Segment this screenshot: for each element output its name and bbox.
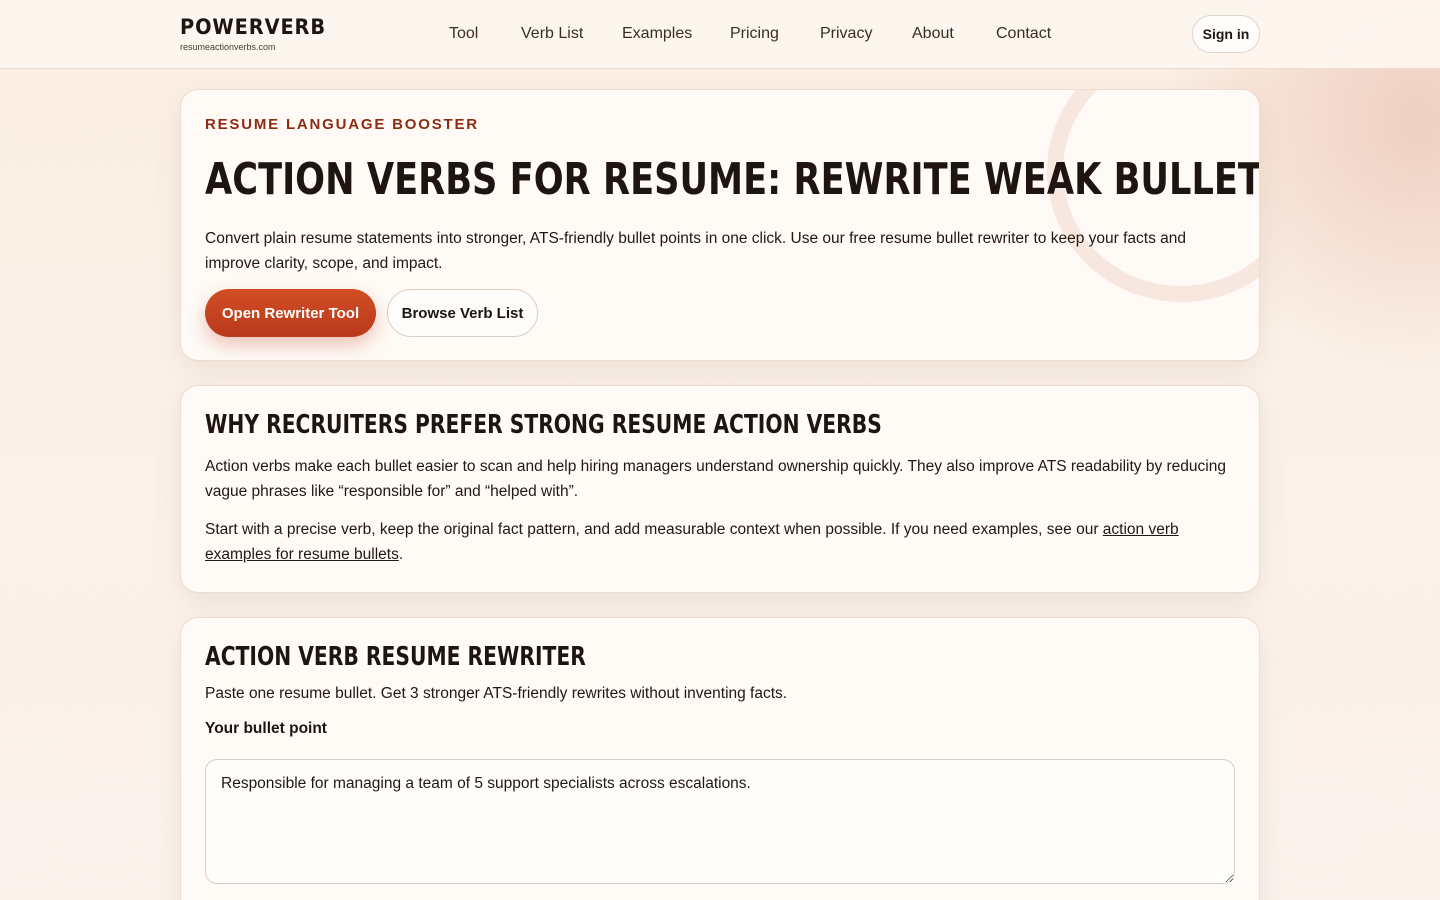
bullet-point-label: Your bullet point [205,720,327,737]
logo[interactable]: POWERVERB resumeactionverbs.com [180,14,339,53]
rewriter-card: Action verb resume rewriter Paste one re… [180,617,1260,900]
nav-item-contact[interactable]: Contact [996,23,1051,45]
why-paragraph-2: Start with a precise verb, keep the orig… [205,517,1239,567]
hero-card: RESUME LANGUAGE BOOSTER Action Verbs for… [180,89,1260,361]
why-section-title: Why recruiters prefer strong resume acti… [205,410,882,440]
logo-domain: resumeactionverbs.com [180,42,276,52]
browse-verb-list-button[interactable]: Browse Verb List [387,289,538,337]
hero-description: Convert plain resume statements into str… [205,230,1186,272]
sign-in-button[interactable]: Sign in [1192,15,1260,53]
bullet-point-input[interactable]: Responsible for managing a team of 5 sup… [205,759,1235,884]
nav-item-examples[interactable]: Examples [622,23,692,45]
open-rewriter-tool-button[interactable]: Open Rewriter Tool [205,289,376,337]
why-paragraph-1: Action verbs make each bullet easier to … [205,458,1226,500]
top-navigation-bar: POWERVERB resumeactionverbs.com Tool Ver… [0,0,1440,69]
nav-item-privacy[interactable]: Privacy [820,23,872,45]
logo-name: POWERVERB [180,15,327,39]
why-paragraph-2-end: . [398,546,404,563]
nav-item-tool[interactable]: Tool [449,23,478,45]
nav-item-pricing[interactable]: Pricing [730,23,779,45]
rewriter-subtitle: Paste one resume bullet. Get 3 stronger … [205,685,788,702]
nav-item-verb-list[interactable]: Verb List [521,23,583,45]
rewriter-title: Action verb resume rewriter [205,642,586,672]
why-section-card: Why recruiters prefer strong resume acti… [180,385,1260,593]
why-paragraph-2-text: Start with a precise verb, keep the orig… [205,521,1103,538]
page-title: Action Verbs for Resume: Rewrite Weak Bu… [205,154,1260,205]
nav-item-about[interactable]: About [912,23,954,45]
hero-eyebrow: RESUME LANGUAGE BOOSTER [205,116,479,133]
